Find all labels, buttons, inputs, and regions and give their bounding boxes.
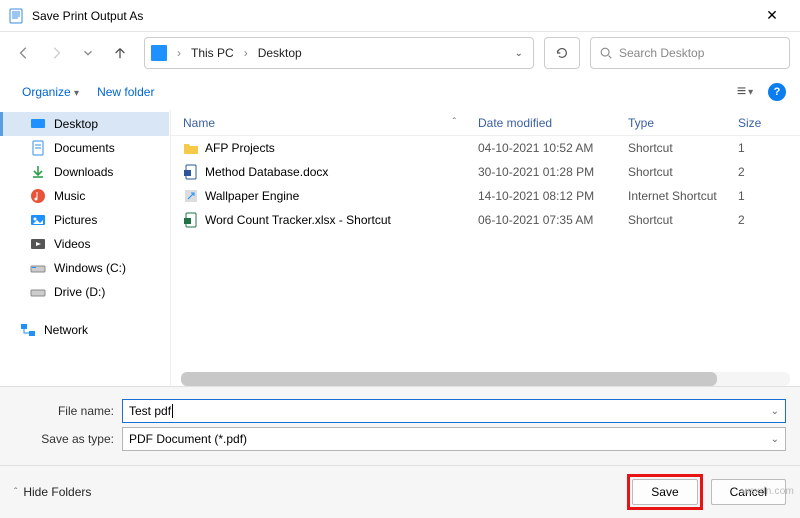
breadcrumb-location[interactable]: Desktop (258, 46, 302, 60)
chevron-right-icon: › (177, 46, 181, 60)
window-title: Save Print Output As (32, 9, 752, 23)
tree-item-desktop[interactable]: Desktop (0, 112, 169, 136)
column-header-date[interactable]: Date modified (466, 110, 616, 135)
tree-item-drive-d[interactable]: Drive (D:) (0, 280, 169, 304)
videos-icon (30, 236, 46, 252)
file-list-header: Nameˆ Date modified Type Size (171, 110, 800, 136)
filename-input[interactable]: Test pdf⌄ (122, 399, 786, 423)
tree-item-drive-c[interactable]: Windows (C:) (0, 256, 169, 280)
app-icon (8, 8, 24, 24)
highlight-annotation: Save (627, 474, 702, 510)
title-bar: Save Print Output As ✕ (0, 0, 800, 32)
drive-icon (30, 284, 46, 300)
search-icon (599, 46, 613, 60)
tree-item-network[interactable]: Network (0, 318, 169, 342)
this-pc-icon (151, 45, 167, 61)
tree-label: Network (44, 323, 88, 337)
tree-label: Music (54, 189, 85, 203)
file-row[interactable]: Word Count Tracker.xlsx - Shortcut 06-10… (171, 208, 800, 232)
content-area: Desktop Documents Downloads Music Pictur… (0, 110, 800, 386)
file-row[interactable]: AFP Projects 04-10-2021 10:52 AM Shortcu… (171, 136, 800, 160)
tree-item-videos[interactable]: Videos (0, 232, 169, 256)
organize-menu[interactable]: Organize ▾ (14, 81, 87, 103)
help-button[interactable]: ? (768, 83, 786, 101)
tree-item-documents[interactable]: Documents (0, 136, 169, 160)
column-header-size[interactable]: Size (726, 110, 800, 135)
tree-label: Downloads (54, 165, 113, 179)
tree-item-pictures[interactable]: Pictures (0, 208, 169, 232)
chevron-up-icon: ˆ (14, 487, 17, 498)
desktop-icon (30, 116, 46, 132)
file-row[interactable]: Wallpaper Engine 14-10-2021 08:12 PM Int… (171, 184, 800, 208)
search-input[interactable]: Search Desktop (590, 37, 790, 69)
watermark: wsxdn.com (742, 486, 794, 497)
nav-tree: Desktop Documents Downloads Music Pictur… (0, 110, 170, 386)
chevron-right-icon: › (244, 46, 248, 60)
chevron-down-icon[interactable]: ⌄ (771, 406, 779, 417)
tree-item-music[interactable]: Music (0, 184, 169, 208)
save-button[interactable]: Save (632, 479, 697, 505)
folder-icon (183, 140, 199, 156)
close-button[interactable]: ✕ (752, 7, 792, 24)
recent-dropdown[interactable] (74, 39, 102, 67)
documents-icon (30, 140, 46, 156)
tree-label: Videos (54, 237, 90, 251)
refresh-button[interactable] (544, 37, 580, 69)
horizontal-scrollbar[interactable] (181, 372, 790, 386)
chevron-down-icon[interactable]: ⌄ (771, 434, 779, 445)
column-header-name[interactable]: Nameˆ (171, 110, 466, 135)
network-icon (20, 322, 36, 338)
docx-icon (183, 164, 199, 180)
shortcut-icon (183, 188, 199, 204)
file-list-area: Nameˆ Date modified Type Size AFP Projec… (170, 110, 800, 386)
breadcrumb-pc[interactable]: This PC (191, 46, 234, 60)
tree-label: Drive (D:) (54, 285, 105, 299)
nav-bar: › This PC › Desktop ⌄ Search Desktop (0, 32, 800, 74)
address-bar[interactable]: › This PC › Desktop ⌄ (144, 37, 534, 69)
column-header-type[interactable]: Type (616, 110, 726, 135)
tree-label: Pictures (54, 213, 97, 227)
xlsx-icon (183, 212, 199, 228)
filename-label: File name: (14, 404, 122, 418)
search-placeholder: Search Desktop (619, 46, 704, 60)
savetype-label: Save as type: (14, 432, 122, 446)
drive-icon (30, 260, 46, 276)
forward-button[interactable] (42, 39, 70, 67)
downloads-icon (30, 164, 46, 180)
new-folder-button[interactable]: New folder (89, 81, 162, 103)
address-dropdown-icon[interactable]: ⌄ (511, 48, 527, 59)
music-icon (30, 188, 46, 204)
tree-label: Windows (C:) (54, 261, 126, 275)
savetype-select[interactable]: PDF Document (*.pdf)⌄ (122, 427, 786, 451)
hide-folders-toggle[interactable]: ˆ Hide Folders (14, 485, 91, 499)
tree-item-downloads[interactable]: Downloads (0, 160, 169, 184)
tree-label: Documents (54, 141, 115, 155)
scrollbar-thumb[interactable] (181, 372, 717, 386)
back-button[interactable] (10, 39, 38, 67)
view-options-button[interactable]: ≡▾ (730, 78, 760, 106)
tree-label: Desktop (54, 117, 98, 131)
up-button[interactable] (106, 39, 134, 67)
footer: ˆ Hide Folders Save Cancel (0, 465, 800, 518)
form-area: File name: Test pdf⌄ Save as type: PDF D… (0, 386, 800, 465)
file-row[interactable]: Method Database.docx 30-10-2021 01:28 PM… (171, 160, 800, 184)
toolbar: Organize ▾ New folder ≡▾ ? (0, 74, 800, 110)
pictures-icon (30, 212, 46, 228)
